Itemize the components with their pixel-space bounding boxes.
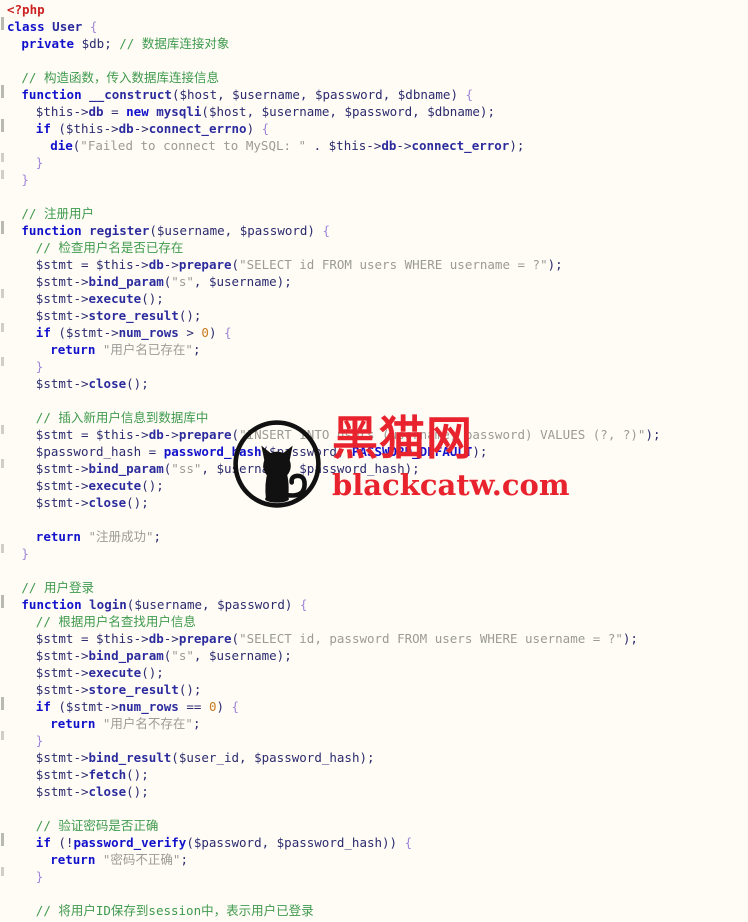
code-line: $password_hash = password_hash($password…	[35, 444, 488, 459]
code-line: }	[35, 359, 44, 374]
code-line: private $db; // 数据库连接对象	[21, 36, 230, 51]
code-line: $stmt->store_result();	[35, 308, 202, 323]
code-line: }	[21, 546, 29, 561]
code-line: return "用户名不存在";	[50, 716, 201, 731]
code-line: }	[35, 733, 44, 748]
code-viewer: <?php class User { private $db; // 数据库连接对象…	[0, 0, 748, 922]
code-line: function login($username, $password) {	[21, 597, 308, 612]
code-line: $this->db = new mysqli($host, $username,…	[35, 104, 495, 119]
code-line: return "注册成功";	[35, 529, 162, 544]
code-line: $stmt->execute();	[35, 291, 164, 306]
code-lines: <?php class User { private $db; // 数据库连接对象…	[0, 0, 748, 919]
code-line: $stmt->fetch();	[35, 767, 149, 782]
code-line: $stmt->execute();	[35, 665, 164, 680]
code-line: $stmt->bind_param("s", $username);	[35, 648, 292, 663]
code-line: $stmt->close();	[35, 784, 149, 799]
code-line: // 根据用户名查找用户信息	[35, 614, 196, 629]
code-line: $stmt->close();	[35, 495, 149, 510]
code-line: // 用户登录	[21, 580, 94, 595]
code-line: if ($this->db->connect_errno) {	[35, 121, 270, 136]
code-line: $stmt->close();	[35, 376, 149, 391]
code-line: $stmt->bind_param("ss", $username, $pass…	[35, 461, 420, 476]
code-line: if ($stmt->num_rows > 0) {	[35, 325, 232, 340]
code-line: // 构造函数，传入数据库连接信息	[21, 70, 219, 85]
code-line: $stmt = $this->db->prepare("SELECT id FR…	[35, 257, 563, 272]
code-line: return "密码不正确";	[50, 852, 188, 867]
code-line: die("Failed to connect to MySQL: " . $th…	[50, 138, 525, 153]
code-line: // 将用户ID保存到session中，表示用户已登录	[35, 903, 314, 918]
code-line: // 验证密码是否正确	[35, 818, 159, 833]
code-line: return "用户名已存在";	[50, 342, 201, 357]
code-line: class User {	[7, 19, 98, 34]
code-line: $stmt->bind_param("s", $username);	[35, 274, 292, 289]
code-line: if ($stmt->num_rows == 0) {	[35, 699, 240, 714]
code-line: // 检查用户名是否已存在	[35, 240, 184, 255]
code-line: function __construct($host, $username, $…	[21, 87, 474, 102]
code-line: // 注册用户	[21, 206, 94, 221]
code-line: $stmt = $this->db->prepare("INSERT INTO …	[35, 427, 661, 442]
code-line: <?php	[7, 2, 45, 17]
code-line: }	[21, 172, 29, 187]
code-line: $stmt = $this->db->prepare("SELECT id, p…	[35, 631, 638, 646]
code-line: $stmt->bind_result($user_id, $password_h…	[35, 750, 375, 765]
code-line: function register($username, $password) …	[21, 223, 331, 238]
code-line: if (!password_verify($password, $passwor…	[35, 835, 413, 850]
code-line: }	[35, 869, 44, 884]
code-line: $stmt->execute();	[35, 478, 164, 493]
code-line: }	[35, 155, 44, 170]
code-line: $stmt->store_result();	[35, 682, 202, 697]
code-line: // 插入新用户信息到数据库中	[35, 410, 209, 425]
